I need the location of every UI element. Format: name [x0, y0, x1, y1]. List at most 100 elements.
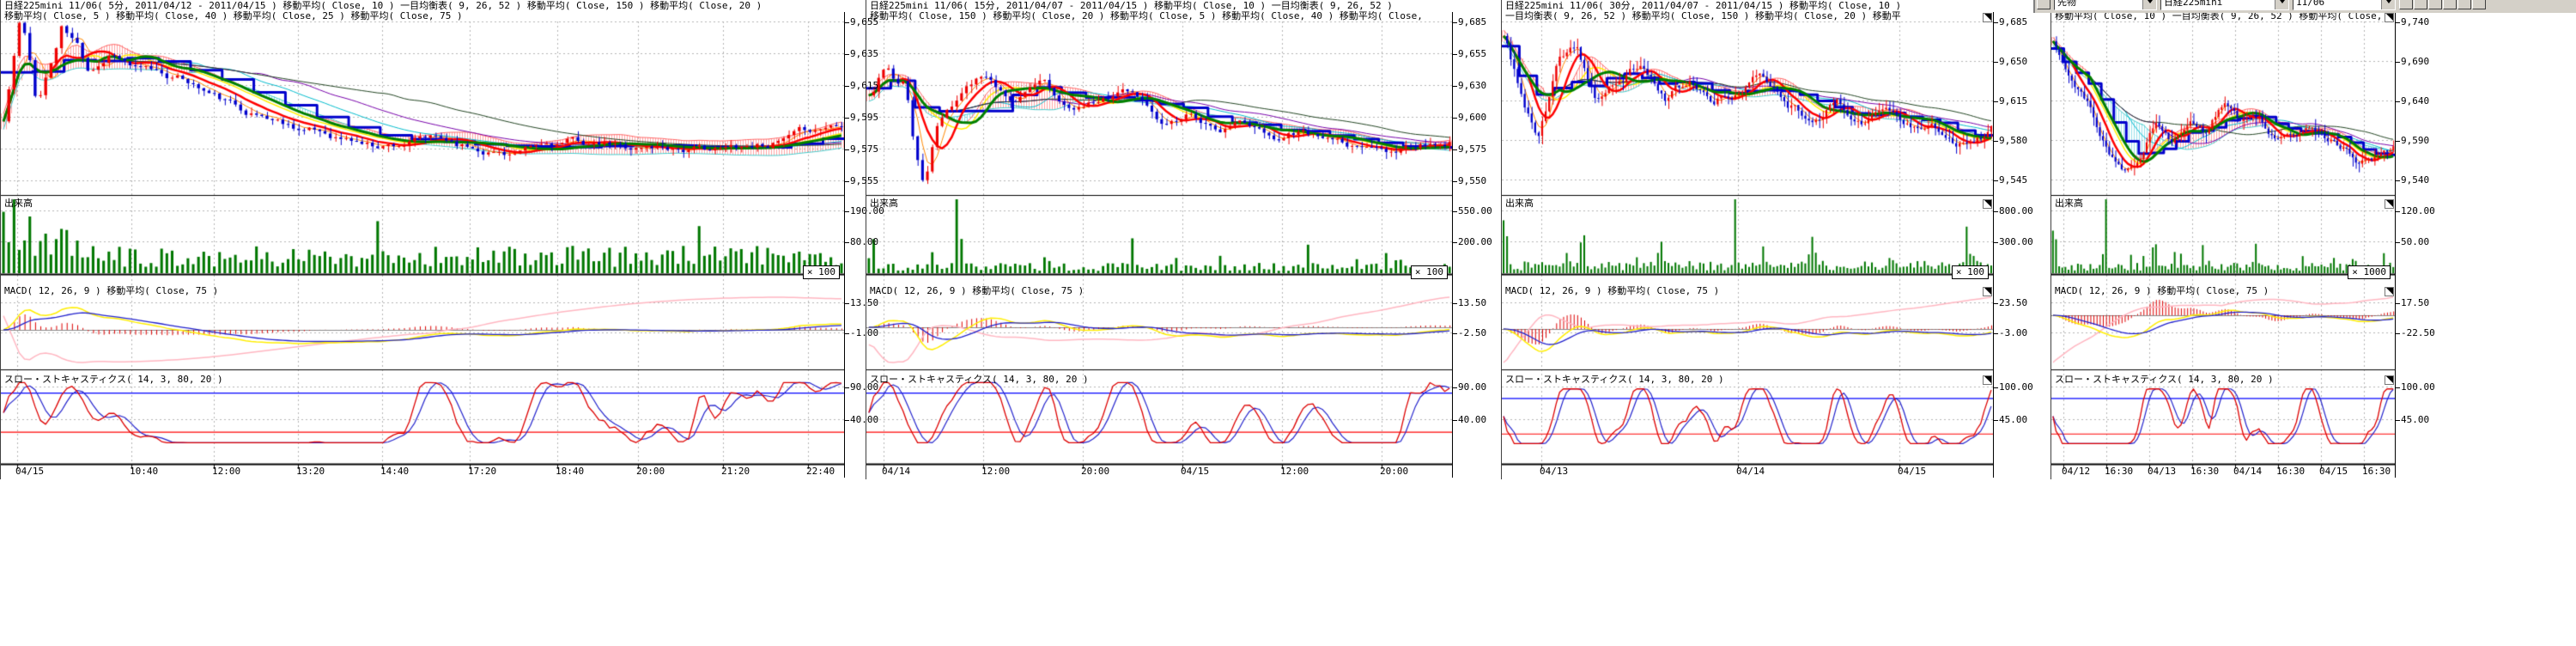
panel-indicator-subtitle: 移動平均( Close, 5 ) 移動平均( Close, 40 ) 移動平均(… — [4, 11, 463, 21]
pane-expand-icon[interactable] — [1983, 287, 1992, 296]
axis-tick-mark — [845, 303, 849, 304]
axis-tick-text: 9,575 — [850, 143, 878, 155]
pane-expand-triangle — [2386, 288, 2393, 295]
symbol-select-value: 日経225mini — [2164, 0, 2222, 9]
volume-pane-label: 出来高 — [4, 198, 33, 209]
pane-expand-icon[interactable] — [2385, 13, 2394, 22]
contract-select[interactable]: 11/06 — [2293, 0, 2396, 10]
pane-expand-icon[interactable] — [1983, 13, 1992, 22]
toolbar-button-3[interactable] — [2428, 0, 2442, 9]
pane-expand-triangle — [2386, 200, 2393, 207]
axis-tick-label: 9,685 — [1994, 17, 2027, 27]
axis-tick-mark — [1994, 242, 1998, 243]
macd-pane-label: MACD( 12, 26, 9 ) 移動平均( Close, 75 ) — [870, 286, 1084, 296]
axis-tick-label: 9,655 — [1453, 49, 1486, 58]
axis-tick-text: 9,575 — [1458, 143, 1486, 155]
panel-indicator-subtitle: 移動平均( Close, 150 ) 移動平均( Close, 20 ) 移動平… — [870, 11, 1423, 21]
pane-expand-icon[interactable] — [1983, 199, 1992, 209]
x-axis-label: 04/14 — [1736, 466, 1765, 476]
axis-tick-mark — [1994, 180, 1998, 181]
panel-indicator-subtitle: 一目均衡表( 9, 26, 52 ) 移動平均( Close, 150 ) 移動… — [1505, 11, 1901, 21]
x-axis-label: 04/13 — [2148, 466, 2176, 476]
toolbar-button-5[interactable] — [2458, 0, 2471, 9]
volume-multiplier-box: × 100 — [1411, 265, 1448, 279]
pane-expand-triangle — [1984, 14, 1991, 21]
axis-tick-label: 9,580 — [1994, 136, 2027, 145]
right-price-axis: 9,7409,6909,6409,5909,540120.0050.0017.5… — [2395, 0, 2443, 479]
x-axis-label: 16:30 — [2276, 466, 2305, 476]
contract-select-value: 11/06 — [2296, 0, 2324, 8]
pane-expand-icon[interactable] — [2385, 375, 2394, 385]
x-axis-label: 04/13 — [1540, 466, 1568, 476]
toolbar-nav-button[interactable] — [2037, 0, 2050, 9]
chevron-down-icon[interactable] — [2275, 0, 2288, 9]
volume-pane-label: 出来高 — [1505, 198, 1534, 209]
axis-tick-text: 90.00 — [1458, 381, 1486, 393]
axis-tick-mark — [1453, 149, 1457, 150]
axis-tick-mark — [1453, 22, 1457, 23]
axis-tick-mark — [845, 387, 849, 388]
x-axis-label: 16:30 — [2362, 466, 2391, 476]
pane-expand-icon[interactable] — [1983, 375, 1992, 385]
volume-multiplier-box: × 100 — [1952, 265, 1989, 279]
axis-tick-text: 9,555 — [850, 175, 878, 186]
chevron-down-icon[interactable] — [2142, 0, 2156, 9]
axis-tick-text: 80.00 — [850, 236, 878, 247]
x-axis-label: 17:20 — [468, 466, 496, 476]
chevron-down-icon[interactable] — [2381, 0, 2395, 9]
x-axis-label: 12:00 — [981, 466, 1010, 476]
pane-expand-icon[interactable] — [2385, 199, 2394, 209]
axis-tick-text: 9,615 — [1999, 95, 2027, 107]
axis-tick-label: 45.00 — [1994, 415, 2027, 424]
pane-expand-icon[interactable] — [2385, 287, 2394, 296]
stochastics-pane-label: スロー・ストキャスティクス( 14, 3, 80, 20 ) — [2055, 375, 2274, 385]
axis-tick-label: 9,575 — [845, 144, 878, 154]
volume-pane-label: 出来高 — [2055, 198, 2083, 209]
chart-panel: 日経225mini 11/06( 5分, 2011/04/12 - 2011/0… — [0, 0, 893, 479]
chart-panel: 日経225mini 11/06( 30分, 2011/04/07 - 2011/… — [1501, 0, 2040, 479]
axis-tick-label: 17.50 — [2396, 298, 2429, 308]
axis-tick-text: 200.00 — [1458, 236, 1492, 247]
x-axis-label: 16:30 — [2190, 466, 2219, 476]
category-select[interactable]: 先物 — [2054, 0, 2157, 10]
axis-tick-label: 9,600 — [1453, 113, 1486, 122]
axis-tick-label: 80.00 — [845, 237, 878, 247]
axis-tick-mark — [2396, 141, 2400, 142]
x-axis-label: 04/15 — [1898, 466, 1926, 476]
toolbar-button-6[interactable] — [2472, 0, 2486, 9]
axis-tick-label: 9,685 — [1453, 17, 1486, 27]
axis-tick-mark — [2396, 387, 2400, 388]
axis-tick-mark — [2396, 62, 2400, 63]
axis-tick-mark — [2396, 303, 2400, 304]
x-axis-label: 16:30 — [2105, 466, 2133, 476]
stochastics-pane-label: スロー・ストキャスティクス( 14, 3, 80, 20 ) — [1505, 375, 1724, 385]
axis-tick-text: 100.00 — [1999, 381, 2033, 393]
axis-tick-mark — [2396, 333, 2400, 334]
x-axis-label: 04/14 — [2233, 466, 2262, 476]
axis-tick-mark — [1994, 333, 1998, 334]
x-axis-label: 04/14 — [882, 466, 910, 476]
axis-tick-mark — [1453, 333, 1457, 334]
chart-canvas — [1, 0, 844, 478]
axis-tick-text: -22.50 — [2401, 327, 2435, 338]
x-axis-label: 20:00 — [1380, 466, 1408, 476]
toolbar-button-2[interactable] — [2414, 0, 2427, 9]
axis-tick-label: 9,615 — [1994, 96, 2027, 106]
symbol-select[interactable]: 日経225mini — [2160, 0, 2289, 10]
x-axis-label: 12:00 — [212, 466, 240, 476]
axis-tick-text: 13.50 — [1458, 297, 1486, 308]
axis-tick-label: 9,555 — [845, 176, 878, 186]
axis-tick-mark — [1453, 242, 1457, 243]
toolbar-button-4[interactable] — [2443, 0, 2457, 9]
axis-tick-text: 9,685 — [1458, 16, 1486, 27]
toolbar-button-1[interactable] — [2399, 0, 2413, 9]
axis-tick-text: 40.00 — [1458, 414, 1486, 425]
macd-pane-label: MACD( 12, 26, 9 ) 移動平均( Close, 75 ) — [2055, 286, 2269, 296]
x-axis-label: 10:40 — [130, 466, 158, 476]
panel-title: 日経225mini 11/06( 30分, 2011/04/07 - 2011/… — [1505, 1, 1901, 11]
axis-tick-label: 100.00 — [2396, 382, 2435, 392]
x-axis-label: 18:40 — [556, 466, 584, 476]
axis-tick-mark — [1453, 387, 1457, 388]
axis-tick-mark — [2396, 242, 2400, 243]
pane-expand-triangle — [1984, 200, 1991, 207]
